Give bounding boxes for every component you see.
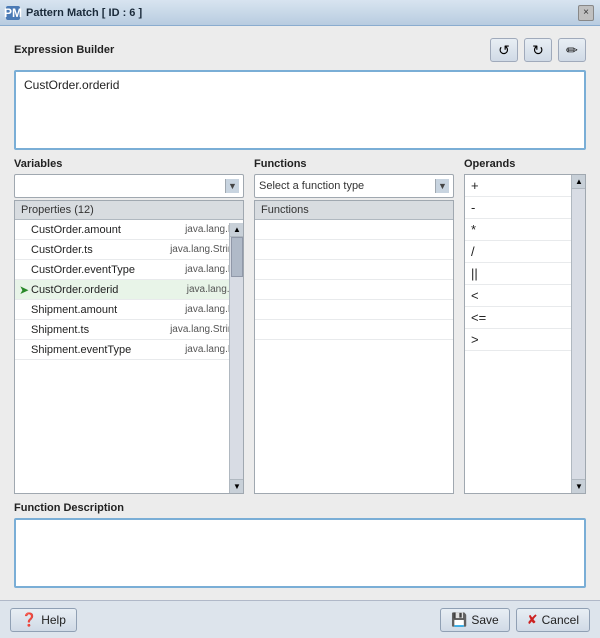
functions-list: Functions [254, 200, 454, 494]
operand-gt[interactable]: > [465, 329, 585, 351]
operand-lte[interactable]: <= [465, 307, 585, 329]
edit-button[interactable]: ✏ [558, 38, 586, 62]
bottom-bar: ❓ Help 💾 Save ✘ Cancel [0, 600, 600, 638]
save-cancel-group: 💾 Save ✘ Cancel [440, 608, 590, 632]
window-icon: PM [6, 6, 20, 20]
functions-column: Functions Select a function type ▼ Funct… [254, 158, 454, 494]
expression-value: CustOrder.orderid [24, 78, 119, 92]
cancel-label: Cancel [542, 613, 579, 627]
operands-list: + - * / || < <= > ▲ ▼ [464, 174, 586, 494]
operands-scroll-down[interactable]: ▼ [572, 479, 586, 493]
three-column-layout: Variables ▼ Properties (12) CustOrder.am… [14, 158, 586, 494]
functions-list-header: Functions [255, 201, 453, 220]
function-description-section: Function Description [14, 502, 586, 588]
functions-label: Functions [254, 158, 454, 170]
expression-input[interactable]: CustOrder.orderid [14, 70, 586, 150]
save-icon: 💾 [451, 612, 467, 628]
operand-lt[interactable]: < [465, 285, 585, 307]
func-row[interactable] [255, 220, 453, 240]
close-button[interactable]: × [578, 5, 594, 21]
operands-label: Operands [464, 158, 586, 170]
help-label: Help [41, 613, 66, 627]
variables-dropdown-arrow: ▼ [225, 179, 239, 193]
title-bar: PM Pattern Match [ ID : 6 ] × [0, 0, 600, 26]
scroll-down[interactable]: ▼ [230, 479, 244, 493]
redo-button[interactable]: ↻ [524, 38, 552, 62]
function-description-box[interactable] [14, 518, 586, 588]
func-row[interactable] [255, 300, 453, 320]
save-button[interactable]: 💾 Save [440, 608, 510, 632]
var-scrollbar[interactable]: ▲ ▼ [229, 223, 243, 493]
scroll-thumb [231, 237, 243, 277]
expression-builder-section: Expression Builder ↺ ↻ ✏ CustOrder.order… [14, 38, 586, 150]
var-row[interactable]: CustOrder.eventType java.lang.Lo [15, 260, 243, 280]
variables-list-header: Properties (12) [15, 201, 243, 220]
func-row[interactable] [255, 280, 453, 300]
variables-list: Properties (12) CustOrder.amount java.la… [14, 200, 244, 494]
expression-builder-label: Expression Builder [14, 44, 114, 56]
operands-scrollbar[interactable]: ▲ ▼ [571, 175, 585, 493]
variables-column: Variables ▼ Properties (12) CustOrder.am… [14, 158, 244, 494]
var-row[interactable]: CustOrder.ts java.lang.String [15, 240, 243, 260]
var-row[interactable]: Shipment.amount java.lang.Lo [15, 300, 243, 320]
help-icon: ❓ [21, 612, 37, 628]
variables-dropdown[interactable]: ▼ [14, 174, 244, 198]
var-row[interactable]: Shipment.ts java.lang.String [15, 320, 243, 340]
operand-or[interactable]: || [465, 263, 585, 285]
func-row[interactable] [255, 320, 453, 340]
window-title: Pattern Match [ ID : 6 ] [26, 7, 142, 19]
func-row[interactable] [255, 240, 453, 260]
operand-plus[interactable]: + [465, 175, 585, 197]
scroll-track [230, 237, 243, 479]
operands-scroll-up[interactable]: ▲ [572, 175, 586, 189]
cancel-button[interactable]: ✘ Cancel [516, 608, 590, 632]
undo-button[interactable]: ↺ [490, 38, 518, 62]
save-label: Save [471, 613, 498, 627]
func-row[interactable] [255, 260, 453, 280]
toolbar: ↺ ↻ ✏ [490, 38, 586, 62]
title-bar-left: PM Pattern Match [ ID : 6 ] [6, 6, 142, 20]
operand-minus[interactable]: - [465, 197, 585, 219]
var-row[interactable]: CustOrder.amount java.lang.Lo [15, 220, 243, 240]
active-arrow: ➤ [19, 283, 29, 297]
function-description-label: Function Description [14, 502, 586, 514]
operands-scroll-track [572, 189, 585, 479]
operands-column: Operands + - * / || < <= > ▲ ▼ [464, 158, 586, 494]
variables-label: Variables [14, 158, 244, 170]
main-content: Expression Builder ↺ ↻ ✏ CustOrder.order… [0, 26, 600, 600]
functions-list-body [255, 220, 453, 490]
cancel-icon: ✘ [527, 612, 538, 628]
operand-multiply[interactable]: * [465, 219, 585, 241]
var-row-active[interactable]: ➤ CustOrder.orderid java.lang.St [15, 280, 243, 300]
functions-dropdown-arrow: ▼ [435, 179, 449, 193]
functions-dropdown-text: Select a function type [259, 180, 364, 192]
operand-divide[interactable]: / [465, 241, 585, 263]
functions-type-dropdown[interactable]: Select a function type ▼ [254, 174, 454, 198]
var-row[interactable]: Shipment.eventType java.lang.Lo [15, 340, 243, 360]
help-button[interactable]: ❓ Help [10, 608, 77, 632]
variables-list-body: CustOrder.amount java.lang.Lo CustOrder.… [15, 220, 243, 490]
scroll-up[interactable]: ▲ [230, 223, 244, 237]
